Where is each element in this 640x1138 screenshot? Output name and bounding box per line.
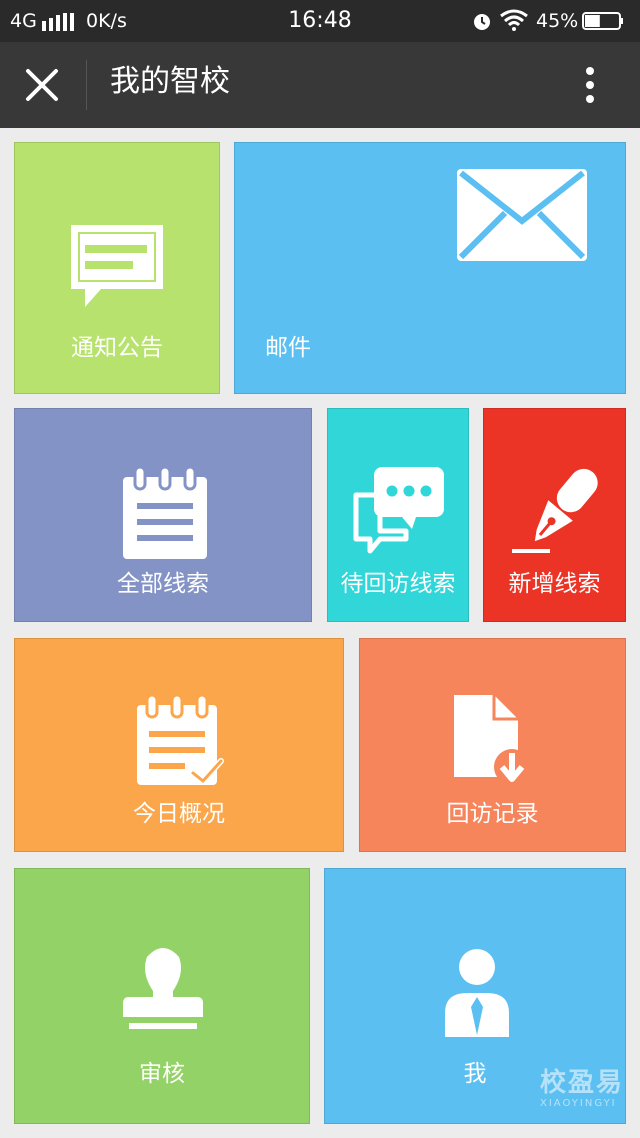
tile-notice[interactable]: 通知公告 [14,142,220,394]
tile-new-lead[interactable]: 新增线索 [483,408,626,622]
chat-bubble-icon [353,467,444,554]
status-bar: 4G 0K/s 16:48 45% [0,0,640,42]
tile-all-leads[interactable]: 全部线索 [14,408,312,622]
nav-divider [86,60,87,110]
battery-percent: 45% [536,10,579,32]
tile-today-overview-label: 今日概况 [133,801,225,827]
tile-today-overview[interactable]: 今日概况 [14,638,344,852]
battery-icon [582,12,623,30]
alarm-icon [474,14,490,30]
watermark-en: XIAOYINGYI [540,1098,617,1109]
tile-new-lead-label: 新增线索 [508,571,601,597]
tile-all-leads-label: 全部线索 [117,571,209,597]
notepad-icon [123,467,207,559]
document-download-icon [454,695,530,785]
pen-icon [512,468,598,553]
wifi-icon [500,9,528,31]
tile-followup-records[interactable]: 回访记录 [359,638,626,852]
tile-review[interactable]: 审核 [14,868,310,1124]
nav-bar: 我的智校 [0,42,640,128]
tile-pending-leads-label: 待回访线索 [340,571,456,597]
watermark-cn: 校盈易 [540,1068,625,1098]
tile-mail-label: 邮件 [265,335,311,361]
stamp-icon [123,948,203,1029]
checklist-icon [137,695,224,786]
watermark: 校盈易 XIAOYINGYI [540,1068,636,1110]
message-icon [71,225,163,307]
tile-notice-label: 通知公告 [71,335,163,361]
page-title: 我的智校 [110,64,230,99]
more-vertical-icon[interactable] [570,63,610,107]
tile-followup-records-label: 回访记录 [446,801,539,827]
close-icon[interactable] [20,63,64,107]
tile-pending-leads[interactable]: 待回访线索 [327,408,469,622]
envelope-icon [457,169,587,261]
tile-review-label: 审核 [139,1061,185,1087]
tile-mail[interactable]: 邮件 [234,142,626,394]
user-icon [445,949,509,1037]
